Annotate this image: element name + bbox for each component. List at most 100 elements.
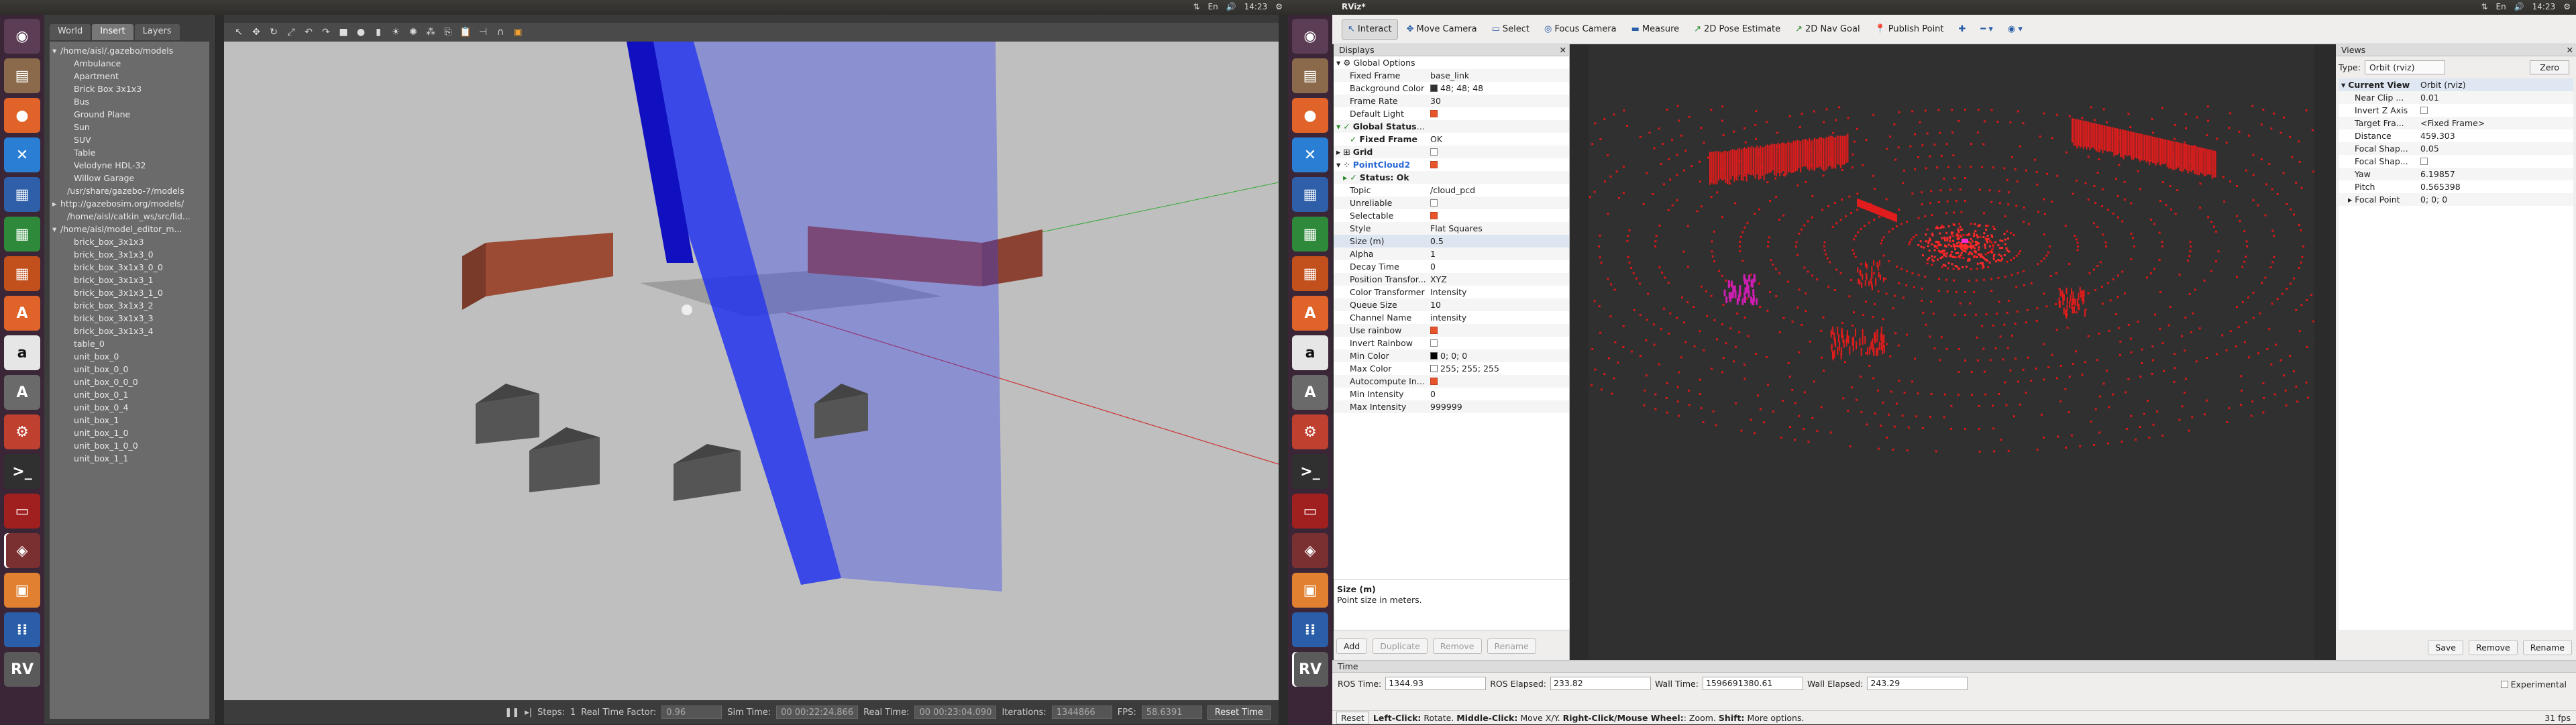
property-row[interactable]: ▸ ✓ Status: Ok [1334,171,1569,184]
remove-view-button[interactable]: Remove [2469,640,2518,655]
zero-button[interactable]: Zero [2530,60,2569,74]
tree-item[interactable]: /home/aisl/catkin_ws/src/lid... [51,210,208,223]
property-value[interactable]: 0; 0; 0 [1428,349,1569,362]
files-icon[interactable]: ▤ [1292,58,1328,93]
tree-item[interactable]: SUV [51,133,208,146]
tool-publish-point[interactable]: 📍Publish Point [1869,19,1950,40]
property-row[interactable]: Default Light [1334,107,1569,120]
steps-value[interactable]: 1 [570,708,576,718]
property-row[interactable]: Min Intensity0 [1334,388,1569,400]
checkbox[interactable] [2420,158,2428,165]
status-icon[interactable]: ▾ ⚙ [1336,58,1353,68]
tree-item[interactable]: brick_box_3x1x3_2 [51,299,208,312]
property-value[interactable] [1428,375,1569,388]
close-icon[interactable]: ✕ [1560,44,1566,56]
property-value[interactable]: 0.01 [2418,91,2573,104]
tree-item[interactable]: table_0 [51,337,208,350]
property-row[interactable]: ▸ ⊞ Grid [1334,146,1569,158]
property-row[interactable]: Fixed Framebase_link [1334,69,1569,82]
texteditor-icon[interactable]: A [1292,296,1328,331]
tab-insert[interactable]: Insert [92,24,133,40]
calc-icon[interactable]: ▦ [4,217,40,252]
tab-layers[interactable]: Layers [135,24,180,40]
tree-item[interactable]: /usr/share/gazebo-7/models [51,184,208,197]
tree-item[interactable]: unit_box_0_0_0 [51,376,208,388]
property-row[interactable]: Background Color48; 48; 48 [1334,82,1569,95]
files-icon[interactable]: ▤ [4,58,40,93]
property-row[interactable]: Yaw6.19857 [2339,168,2573,180]
gazebo-3d-view[interactable] [224,42,1279,700]
tree-item[interactable]: brick_box_3x1x3_4 [51,325,208,337]
volume-icon[interactable]: 🔊 [2514,2,2524,11]
expand-icon[interactable]: ▾ [52,223,60,235]
spot-light-icon[interactable]: ✺ [407,25,420,39]
tree-item[interactable]: unit_box_1_1 [51,452,208,465]
point-light-icon[interactable]: ☀ [389,25,402,39]
checkbox[interactable] [1430,339,1438,347]
tree-item[interactable]: Ground Plane [51,108,208,121]
property-row[interactable]: Color TransformerIntensity [1334,286,1569,298]
firefox-icon[interactable]: ● [1292,98,1328,133]
tool-2d-pose-estimate[interactable]: ↗2D Pose Estimate [1688,19,1786,40]
property-row[interactable]: Focal Shap... [2339,155,2573,168]
experimental-toggle[interactable]: Experimental [2501,679,2567,689]
clock[interactable]: 14:23 [1244,2,1268,11]
tree-item[interactable]: Ambulance [51,57,208,70]
status-icon[interactable]: ▸ ✓ [1343,172,1360,182]
property-value[interactable]: 459.303 [2418,129,2573,142]
tree-item[interactable]: Apartment [51,70,208,82]
tool-move-camera[interactable]: ✥Move Camera [1401,19,1483,40]
property-row[interactable]: Focal Shap...0.05 [2339,142,2573,155]
property-value[interactable] [1428,107,1569,120]
tree-item[interactable]: unit_box_0_4 [51,401,208,414]
property-value[interactable]: 48; 48; 48 [1428,82,1569,95]
tree-item[interactable]: Bus [51,95,208,108]
property-row[interactable]: Topic/cloud_pcd [1334,184,1569,197]
writer-icon[interactable]: ▦ [1292,177,1328,212]
step-icon[interactable]: ▸| [525,708,532,718]
property-row[interactable]: Alpha1 [1334,247,1569,260]
tree-item[interactable]: unit_box_0_0 [51,363,208,376]
firefox-icon[interactable]: ● [4,98,40,133]
status-icon[interactable]: ▾ ✓ [1336,121,1353,131]
property-value[interactable]: 0; 0; 0 [2418,193,2573,206]
screenshot-icon[interactable]: ▭ [4,494,40,528]
property-row[interactable]: ▾ ⁘ PointCloud2 [1334,158,1569,171]
impress-icon[interactable]: ▦ [4,256,40,291]
rviz-icon[interactable]: RV [1292,652,1328,687]
status-icon[interactable]: ▸ ⊞ [1336,147,1353,157]
snap-icon[interactable]: ∩ [494,25,507,39]
minus-icon[interactable]: ━ ▾ [1974,19,1998,40]
checkbox[interactable] [1430,161,1438,168]
property-value[interactable]: 999999 [1428,400,1569,413]
property-row[interactable]: Invert Rainbow [1334,337,1569,349]
property-row[interactable]: Use rainbow [1334,324,1569,337]
expand-icon[interactable]: ▸ [2348,194,2355,205]
tree-item[interactable]: unit_box_1_0 [51,427,208,439]
redo-icon[interactable]: ↷ [319,25,333,39]
tree-item[interactable]: unit_box_0 [51,350,208,363]
cylinder-shape-icon[interactable]: ▮ [372,25,385,39]
reset-button[interactable]: Reset [1336,712,1369,724]
keyboard-layout[interactable]: En [2496,2,2506,11]
add-display-button[interactable]: Add [1336,638,1367,654]
apps-icon[interactable]: ⁞⁞ [4,612,40,647]
property-row[interactable]: Max Color255; 255; 255 [1334,362,1569,375]
property-value[interactable]: Orbit (rviz) [2418,78,2573,91]
property-row[interactable]: Pitch0.565398 [2339,180,2573,193]
gear-icon[interactable]: ⚙ [1275,2,1283,11]
property-row[interactable]: Autocompute Int... [1334,375,1569,388]
property-value[interactable] [1428,324,1569,337]
close-icon[interactable]: ✕ [2567,44,2573,56]
checkbox[interactable] [1430,212,1438,219]
network-icon[interactable]: ⇅ [2481,2,2487,11]
apps-icon[interactable]: ⁞⁞ [1292,612,1328,647]
checkbox[interactable] [1430,199,1438,207]
tree-item[interactable]: brick_box_3x1x3 [51,235,208,248]
property-row[interactable]: Decay Time0 [1334,260,1569,273]
tool-select[interactable]: ▭Select [1486,19,1536,40]
property-value[interactable] [1428,56,1569,69]
rotate-mode-icon[interactable]: ↻ [267,25,280,39]
expand-icon[interactable]: ▸ [52,197,60,210]
property-row[interactable]: Size (m)0.5 [1334,235,1569,247]
